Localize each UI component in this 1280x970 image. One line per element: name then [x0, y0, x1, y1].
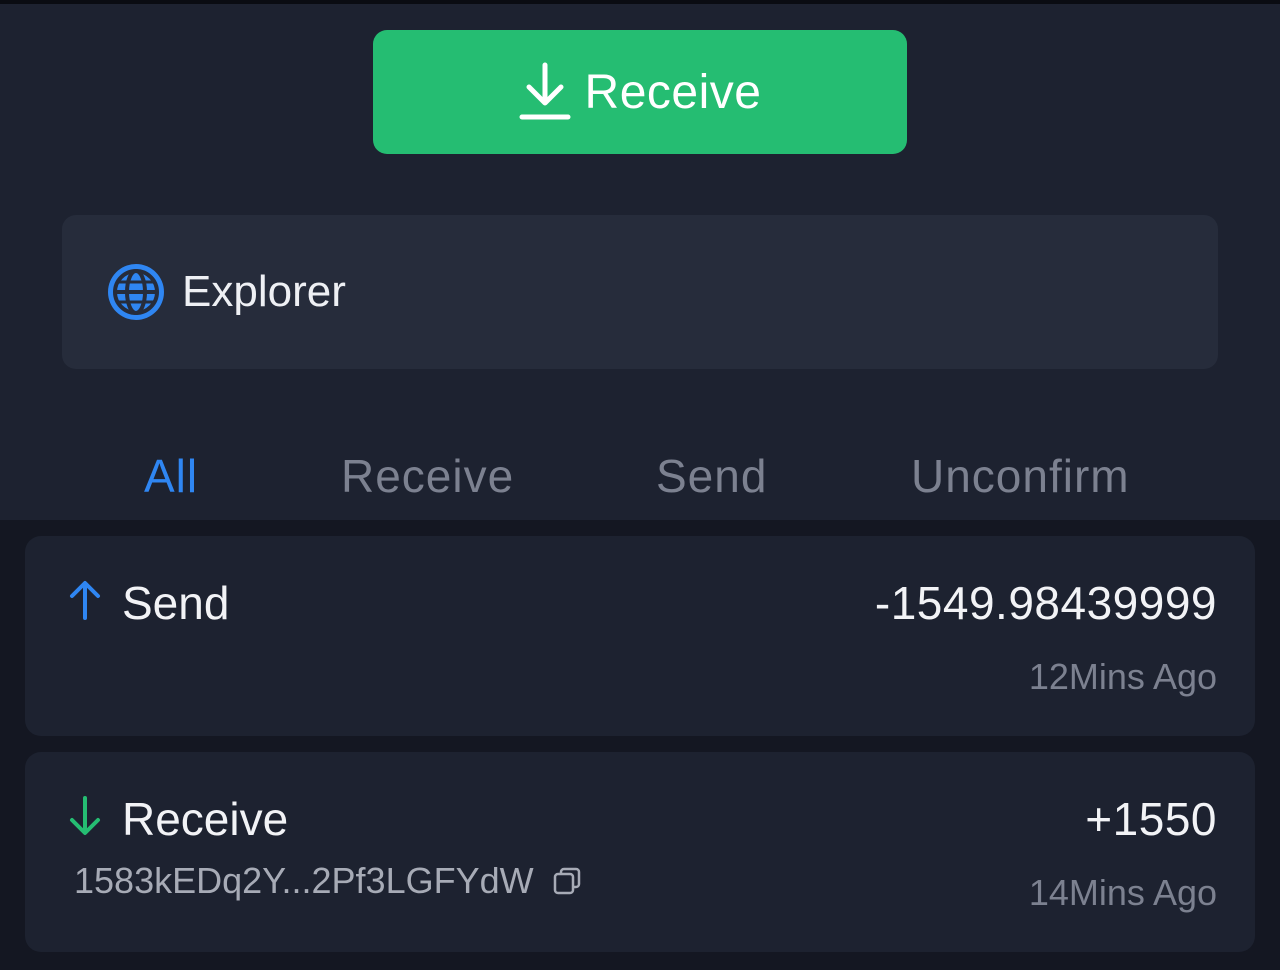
- explorer-label: Explorer: [182, 267, 346, 316]
- tab-unconfirm[interactable]: Unconfirm: [911, 449, 1130, 503]
- wallet-actions-panel: Receive Explorer All Receive Send Unconf…: [0, 4, 1280, 520]
- copy-icon[interactable]: [552, 866, 582, 896]
- transaction-address: 1583kEDq2Y...2Pf3LGFYdW: [74, 860, 534, 901]
- arrow-down-icon: [70, 796, 100, 835]
- explorer-link[interactable]: Explorer: [62, 215, 1218, 369]
- tab-all[interactable]: All: [144, 449, 198, 503]
- arrow-up-icon: [70, 581, 100, 620]
- transaction-filter-tabs: All Receive Send Unconfirm: [0, 449, 1280, 509]
- transaction-type: Receive: [122, 793, 289, 845]
- transaction-item-send[interactable]: Send -1549.98439999 12Mins Ago: [25, 536, 1255, 736]
- transaction-time: 12Mins Ago: [1028, 656, 1217, 697]
- transaction-amount: -1549.98439999: [874, 577, 1217, 629]
- globe-icon: [108, 264, 164, 320]
- transaction-item-receive[interactable]: Receive +1550 1583kEDq2Y...2Pf3LGFYdW 14…: [25, 752, 1255, 952]
- download-icon: [519, 62, 571, 120]
- transaction-amount: +1550: [1085, 793, 1217, 845]
- receive-button[interactable]: Receive: [373, 30, 907, 154]
- transaction-type: Send: [122, 577, 230, 629]
- receive-button-label: Receive: [584, 65, 762, 119]
- transaction-address-row: 1583kEDq2Y...2Pf3LGFYdW: [74, 860, 582, 902]
- tab-send[interactable]: Send: [656, 449, 767, 503]
- tab-receive[interactable]: Receive: [341, 449, 514, 503]
- transaction-time: 14Mins Ago: [1028, 872, 1217, 913]
